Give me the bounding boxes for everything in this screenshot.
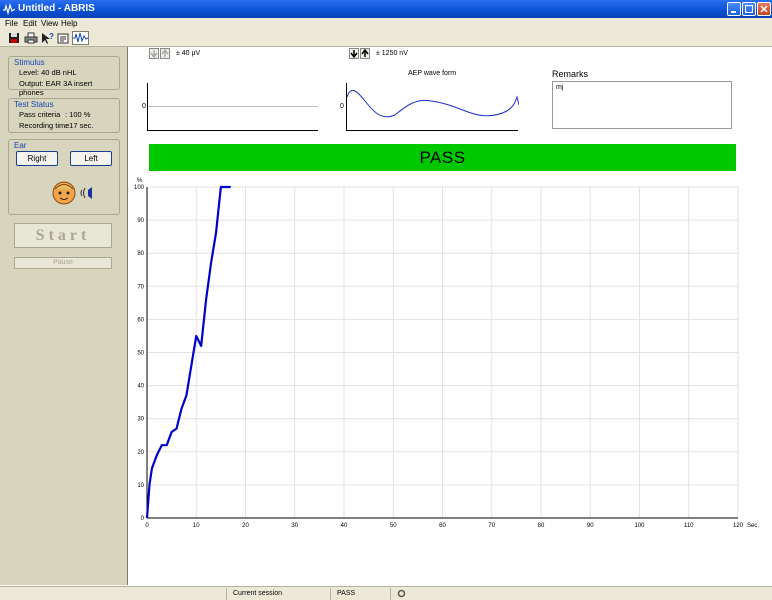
- x-tick-label: 110: [684, 523, 694, 529]
- app-wave-icon: [3, 3, 15, 15]
- y-tick-label: 0: [141, 516, 145, 522]
- toolbar: ?: [0, 29, 772, 47]
- arrow-down-icon: [350, 50, 358, 59]
- status-indicator: [390, 588, 450, 600]
- waveform-icon: [73, 32, 89, 43]
- x-axis-unit: Sec.: [747, 523, 759, 529]
- y-tick-label: 10: [137, 483, 144, 489]
- y-tick-label: 40: [137, 384, 144, 390]
- maximize-icon: [745, 5, 753, 13]
- aep-scale-label: ± 1250 nV: [376, 50, 408, 57]
- x-tick-label: 120: [733, 523, 744, 529]
- menu-view[interactable]: View: [41, 19, 58, 28]
- status-bar: Current session PASS: [0, 586, 772, 600]
- recording-time-label: Recording time: [19, 121, 70, 130]
- pause-button[interactable]: Pause: [14, 257, 112, 269]
- save-button[interactable]: [7, 31, 21, 45]
- x-tick-label: 40: [341, 523, 348, 529]
- pass-criteria-label: Pass criteria: [19, 110, 61, 119]
- stimulus-level: Level: 40 dB nHL: [19, 68, 77, 77]
- help-icon: ?: [42, 32, 54, 44]
- remarks-text: mj: [556, 84, 564, 91]
- y-tick-label: 50: [137, 351, 144, 357]
- x-tick-label: 80: [538, 523, 545, 529]
- result-banner: PASS: [149, 144, 736, 171]
- test-status-title: Test Status: [14, 100, 54, 109]
- start-button[interactable]: Start: [14, 223, 112, 248]
- y-tick-label: 30: [137, 417, 144, 423]
- x-tick-label: 0: [145, 523, 149, 529]
- ear-right-button[interactable]: Right: [16, 151, 58, 166]
- arrow-down-icon: [150, 50, 158, 59]
- x-tick-label: 30: [291, 523, 298, 529]
- eeg-scale-down-button[interactable]: [149, 48, 159, 59]
- report-icon: [57, 33, 69, 44]
- gear-icon: [397, 589, 406, 597]
- maximize-button[interactable]: [742, 2, 756, 16]
- x-tick-label: 50: [390, 523, 397, 529]
- eeg-zero-label: 0: [142, 103, 146, 110]
- pass-criteria-value: : 100 %: [65, 110, 91, 119]
- y-tick-label: 20: [137, 450, 144, 456]
- y-tick-label: 100: [134, 185, 145, 191]
- remarks-title: Remarks: [552, 69, 589, 79]
- stimulus-output: Output: EAR 3A insert phones: [19, 79, 93, 97]
- left-panel: Stimulus Level: 40 dB nHL Output: EAR 3A…: [0, 47, 128, 585]
- eeg-scale-label: ± 40 µV: [176, 50, 201, 57]
- y-tick-label: 60: [137, 317, 144, 323]
- y-tick-label: 90: [137, 218, 144, 224]
- menu-bar: File Edit View Help: [0, 18, 772, 29]
- y-tick-label: 80: [137, 251, 144, 257]
- menu-edit[interactable]: Edit: [23, 19, 37, 28]
- y-axis-label: %: [137, 178, 143, 184]
- aep-graph: [346, 83, 519, 131]
- arrow-up-icon: [161, 48, 169, 57]
- stimulus-group: Stimulus Level: 40 dB nHL Output: EAR 3A…: [8, 56, 120, 97]
- arrow-up-icon: [361, 48, 369, 57]
- aep-title: AEP wave form: [408, 70, 457, 77]
- sound-speaker-icon: [80, 187, 92, 199]
- recording-time-value: : 17 sec.: [65, 121, 94, 130]
- pass-progress-chart: 0 10 20 30 40 50 60 70 80 90 100 110 120 0 10 20 30 40 50 6…: [134, 178, 759, 529]
- aep-scale-down-button[interactable]: [349, 48, 359, 59]
- close-icon: [760, 5, 768, 13]
- status-result: PASS: [330, 588, 386, 600]
- minimize-icon: [731, 11, 736, 13]
- svg-text:?: ?: [49, 32, 54, 41]
- menu-file[interactable]: File: [5, 19, 18, 28]
- ear-title: Ear: [14, 141, 27, 150]
- test-status-group: Test Status Pass criteria : 100 % Record…: [8, 98, 120, 133]
- stimulus-title: Stimulus: [14, 58, 45, 67]
- title-bar: Untitled - ABRIS: [0, 0, 772, 18]
- y-tick-label: 70: [137, 284, 144, 290]
- eeg-scale-up-button[interactable]: [160, 48, 170, 59]
- status-session: Current session: [226, 588, 326, 600]
- x-tick-label: 60: [439, 523, 446, 529]
- print-button[interactable]: [24, 31, 38, 45]
- x-tick-label: 70: [488, 523, 495, 529]
- remarks-input[interactable]: mj: [552, 81, 732, 129]
- eeg-zero-line: [148, 106, 318, 107]
- window-title: Untitled - ABRIS: [18, 3, 95, 14]
- save-icon: [9, 33, 19, 43]
- baby-face-icon: [52, 181, 76, 205]
- print-icon: [24, 32, 38, 44]
- aep-zero-label: 0: [340, 103, 344, 110]
- help-button[interactable]: ?: [40, 31, 54, 45]
- close-button[interactable]: [757, 2, 771, 16]
- x-tick-label: 90: [587, 523, 594, 529]
- waveform-button[interactable]: [72, 31, 89, 45]
- minimize-button[interactable]: [727, 2, 741, 16]
- report-button[interactable]: [56, 31, 70, 45]
- aep-waveform: [347, 89, 519, 118]
- eeg-graph: [147, 83, 318, 131]
- x-tick-label: 10: [193, 523, 200, 529]
- menu-help[interactable]: Help: [61, 19, 77, 28]
- x-tick-label: 100: [634, 523, 645, 529]
- ear-left-button[interactable]: Left: [70, 151, 112, 166]
- x-tick-label: 20: [242, 523, 249, 529]
- aep-scale-up-button[interactable]: [360, 48, 370, 59]
